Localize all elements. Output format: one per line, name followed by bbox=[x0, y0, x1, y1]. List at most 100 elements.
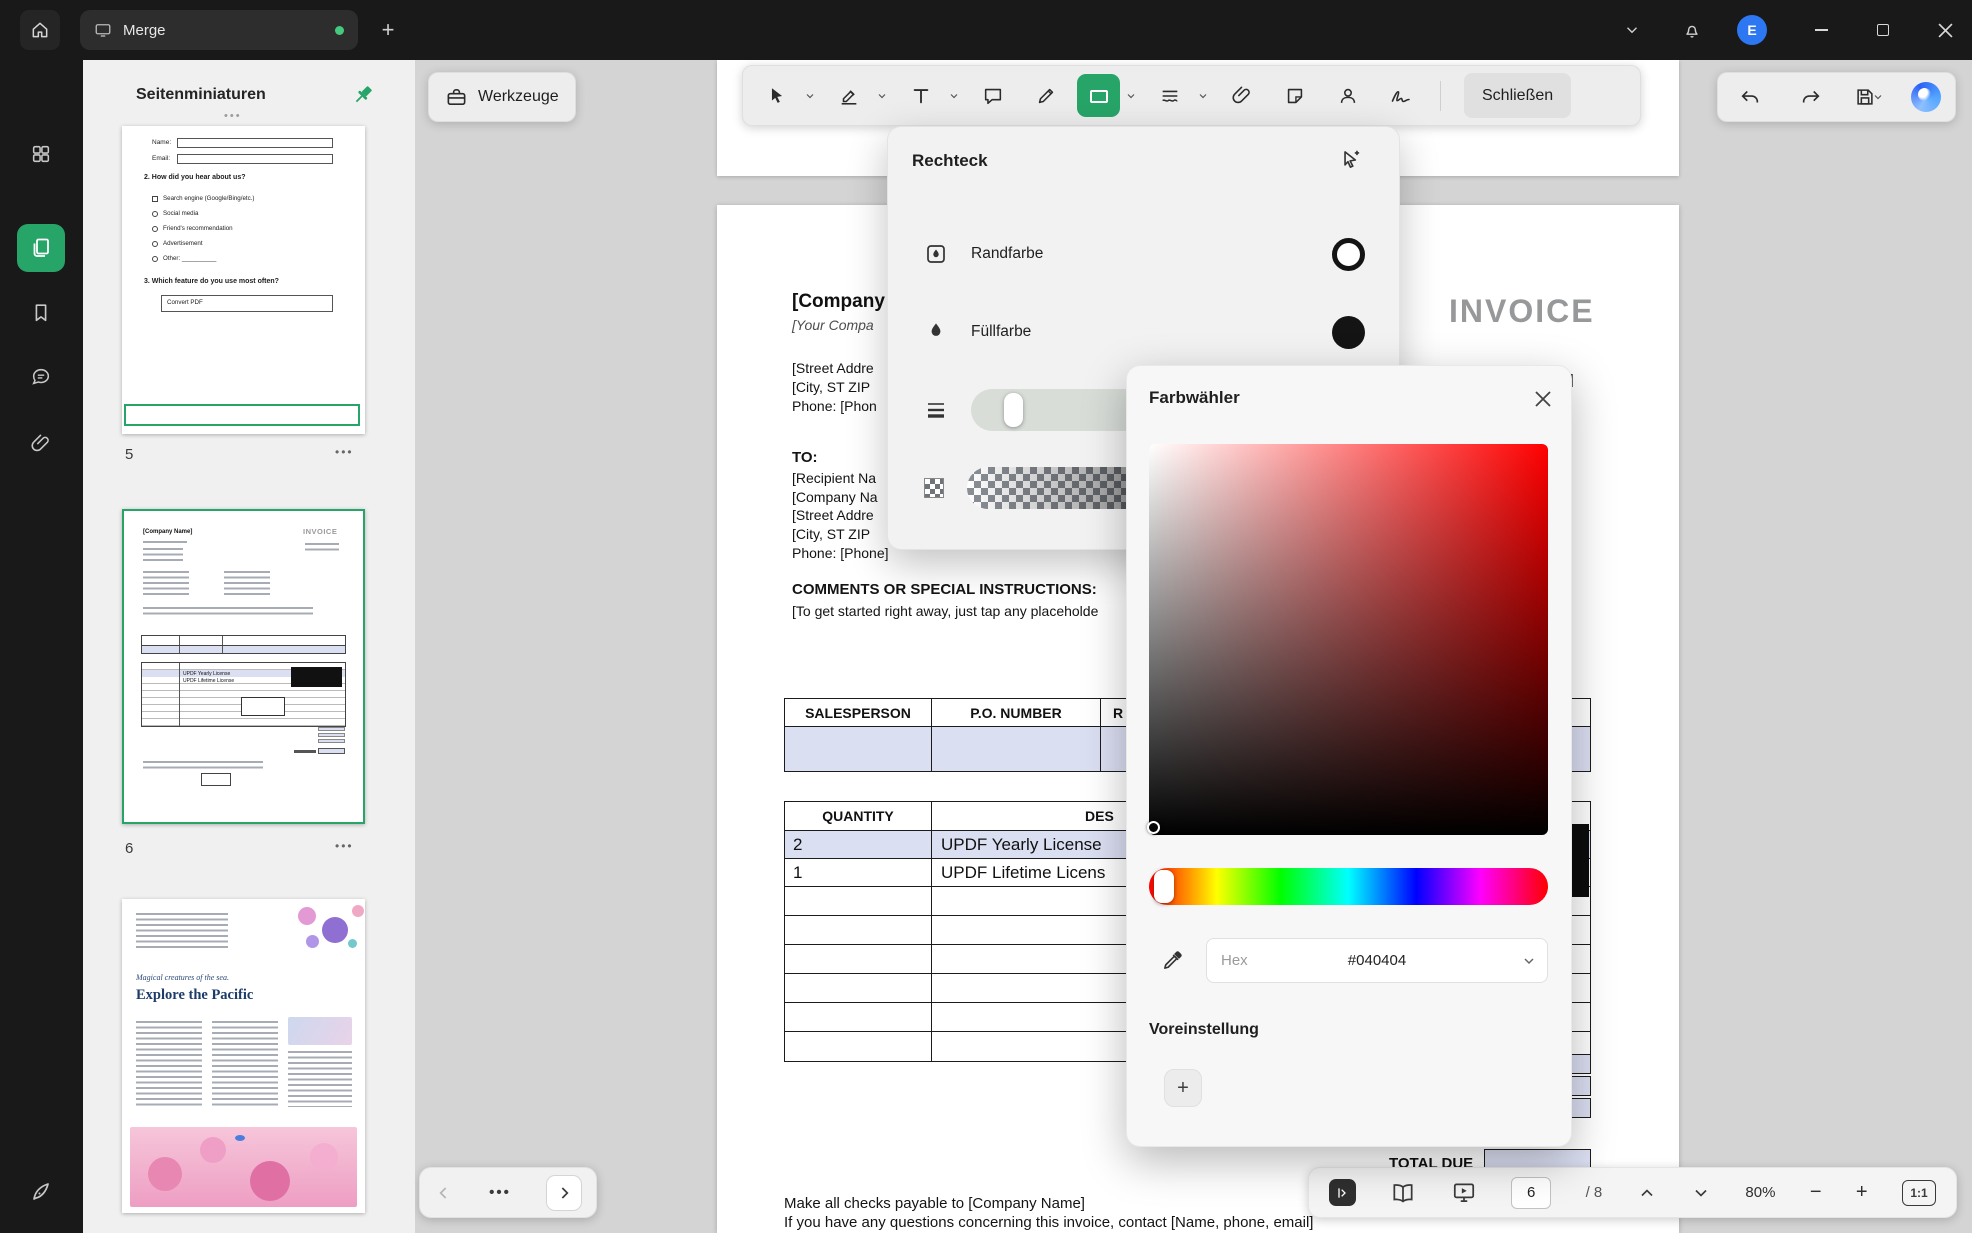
zoom-out-button[interactable]: − bbox=[1810, 1181, 1822, 1204]
user-avatar[interactable]: E bbox=[1737, 15, 1767, 45]
window-maximize-button[interactable] bbox=[1870, 17, 1896, 43]
toolbox-icon bbox=[445, 86, 468, 109]
checkbox-icon bbox=[152, 196, 158, 202]
sidebar-item-comments[interactable] bbox=[17, 353, 65, 401]
hex-input-field[interactable]: Hex #040404 bbox=[1206, 938, 1548, 983]
add-preset-button[interactable]: + bbox=[1164, 1069, 1202, 1107]
highlight-tool-button[interactable] bbox=[827, 74, 871, 118]
text-tool-button[interactable] bbox=[899, 74, 943, 118]
highlight-tool-dropdown[interactable] bbox=[876, 89, 890, 103]
redo-button[interactable] bbox=[1793, 79, 1829, 115]
comment-icon bbox=[30, 366, 52, 388]
reader-mode-button[interactable] bbox=[1390, 1180, 1416, 1206]
address-line: [Street Addre bbox=[792, 360, 874, 376]
panel-title: Farbwähler bbox=[1149, 388, 1240, 408]
text-lines-block bbox=[136, 1021, 202, 1107]
document-tab[interactable]: Merge bbox=[80, 10, 358, 50]
slider-handle[interactable] bbox=[1004, 393, 1023, 427]
panel-drag-handle[interactable]: ••• bbox=[224, 110, 242, 122]
chevron-left-icon[interactable] bbox=[434, 1183, 454, 1203]
page-options-button[interactable]: ••• bbox=[335, 839, 354, 853]
strike-lines-icon bbox=[1159, 85, 1181, 107]
hue-slider[interactable] bbox=[1149, 868, 1548, 905]
fill-color-swatch[interactable] bbox=[1332, 316, 1365, 349]
hex-format-dropdown[interactable] bbox=[1521, 953, 1537, 969]
fish-shape bbox=[235, 1135, 245, 1141]
notifications-button[interactable] bbox=[1679, 17, 1705, 43]
select-tool-dropdown[interactable] bbox=[804, 89, 818, 103]
pickup-style-icon[interactable] bbox=[1338, 147, 1364, 173]
thumbnail-page-5[interactable]: Name: Email: 2. How did you hear about u… bbox=[122, 126, 365, 434]
close-toolbar-button[interactable]: Schließen bbox=[1464, 73, 1571, 118]
stamp-tool-button[interactable] bbox=[1326, 74, 1370, 118]
note-tool-button[interactable] bbox=[971, 74, 1015, 118]
sidebar-item-page-thumbnails[interactable] bbox=[17, 224, 65, 272]
presentation-mode-button[interactable] bbox=[1451, 1180, 1477, 1206]
save-button[interactable] bbox=[1854, 86, 1886, 108]
thumbnail-page-6[interactable]: [Company Name] INVOICE UPDF Yearly Licen… bbox=[122, 509, 365, 824]
sidebar-item-attachments[interactable] bbox=[17, 420, 65, 468]
toolbar-divider bbox=[1440, 81, 1441, 111]
previous-page-button[interactable] bbox=[1637, 1183, 1657, 1203]
mini-company-name: [Company Name] bbox=[143, 529, 192, 535]
tabs-dropdown-button[interactable] bbox=[1619, 17, 1645, 43]
ai-assistant-icon[interactable] bbox=[1911, 82, 1941, 112]
thumbnail-page-7[interactable]: Magical creatures of the sea. Explore th… bbox=[122, 899, 365, 1213]
hue-slider-handle[interactable] bbox=[1154, 870, 1174, 903]
text-icon bbox=[910, 85, 932, 107]
border-color-swatch[interactable] bbox=[1332, 238, 1365, 271]
undo-button[interactable] bbox=[1732, 79, 1768, 115]
saturation-value-gradient[interactable] bbox=[1149, 444, 1548, 835]
signature-tool-button[interactable] bbox=[1379, 74, 1423, 118]
window-minimize-button[interactable] bbox=[1808, 17, 1834, 43]
tools-menu-button[interactable]: Werkzeuge bbox=[428, 72, 576, 122]
next-page-button-2[interactable] bbox=[1691, 1183, 1711, 1203]
shape-tool-dropdown[interactable] bbox=[1125, 89, 1139, 103]
zoom-in-button[interactable]: + bbox=[1856, 1181, 1868, 1204]
sidebar-item-apps[interactable] bbox=[17, 130, 65, 178]
text-tool-dropdown[interactable] bbox=[948, 89, 962, 103]
grid-icon bbox=[30, 143, 52, 165]
hex-value[interactable]: #040404 bbox=[1207, 952, 1547, 969]
close-icon bbox=[1533, 389, 1553, 409]
pin-panel-button[interactable] bbox=[350, 82, 376, 108]
attachment-tool-button[interactable] bbox=[1220, 74, 1264, 118]
sidebar-item-bookmarks[interactable] bbox=[17, 289, 65, 337]
home-button[interactable] bbox=[20, 10, 60, 50]
mini-total-due-label bbox=[294, 750, 316, 753]
line-markup-tool-button[interactable] bbox=[1148, 74, 1192, 118]
line-markup-dropdown[interactable] bbox=[1197, 89, 1211, 103]
collapse-panel-button[interactable] bbox=[1329, 1179, 1356, 1206]
to-label: TO: bbox=[792, 449, 818, 466]
sidebar-item-pen-tools[interactable] bbox=[17, 1168, 65, 1216]
comments-text: [To get started right away, just tap any… bbox=[792, 603, 1098, 619]
paperclip-icon bbox=[30, 433, 52, 455]
text-lines-block bbox=[143, 761, 263, 770]
close-picker-button[interactable] bbox=[1530, 386, 1556, 412]
panel-title: Rechteck bbox=[912, 151, 988, 171]
next-page-button[interactable] bbox=[546, 1175, 582, 1211]
quantity-cell: 1 bbox=[785, 859, 932, 886]
page-number-input[interactable]: 6 bbox=[1511, 1177, 1551, 1209]
new-tab-button[interactable]: + bbox=[372, 14, 404, 46]
form-question-3: 3. Which feature do you use most often? bbox=[144, 278, 279, 285]
shape-tool-button-active[interactable] bbox=[1077, 74, 1120, 117]
actual-size-button[interactable]: 1:1 bbox=[1902, 1180, 1936, 1206]
select-tool-button[interactable] bbox=[755, 74, 799, 118]
zoom-level-label[interactable]: 80% bbox=[1745, 1184, 1775, 1201]
page-strip-more-button[interactable]: ••• bbox=[489, 1184, 511, 1201]
save-dropdown[interactable] bbox=[1872, 90, 1886, 104]
window-close-button[interactable] bbox=[1932, 17, 1958, 43]
text-lines-block bbox=[136, 913, 228, 949]
sticker-tool-button[interactable] bbox=[1273, 74, 1317, 118]
coral-shape bbox=[200, 1137, 226, 1163]
document-tab-icon bbox=[94, 21, 112, 39]
form-dropdown-value: Convert PDF bbox=[167, 299, 203, 306]
paperclip-icon bbox=[1231, 85, 1253, 107]
eyedropper-button[interactable] bbox=[1159, 946, 1187, 974]
pencil-tool-button[interactable] bbox=[1024, 74, 1068, 118]
color-cursor[interactable] bbox=[1147, 821, 1160, 834]
undo-icon bbox=[1739, 86, 1761, 108]
page-options-button[interactable]: ••• bbox=[335, 445, 354, 459]
table-gridline bbox=[179, 663, 180, 726]
